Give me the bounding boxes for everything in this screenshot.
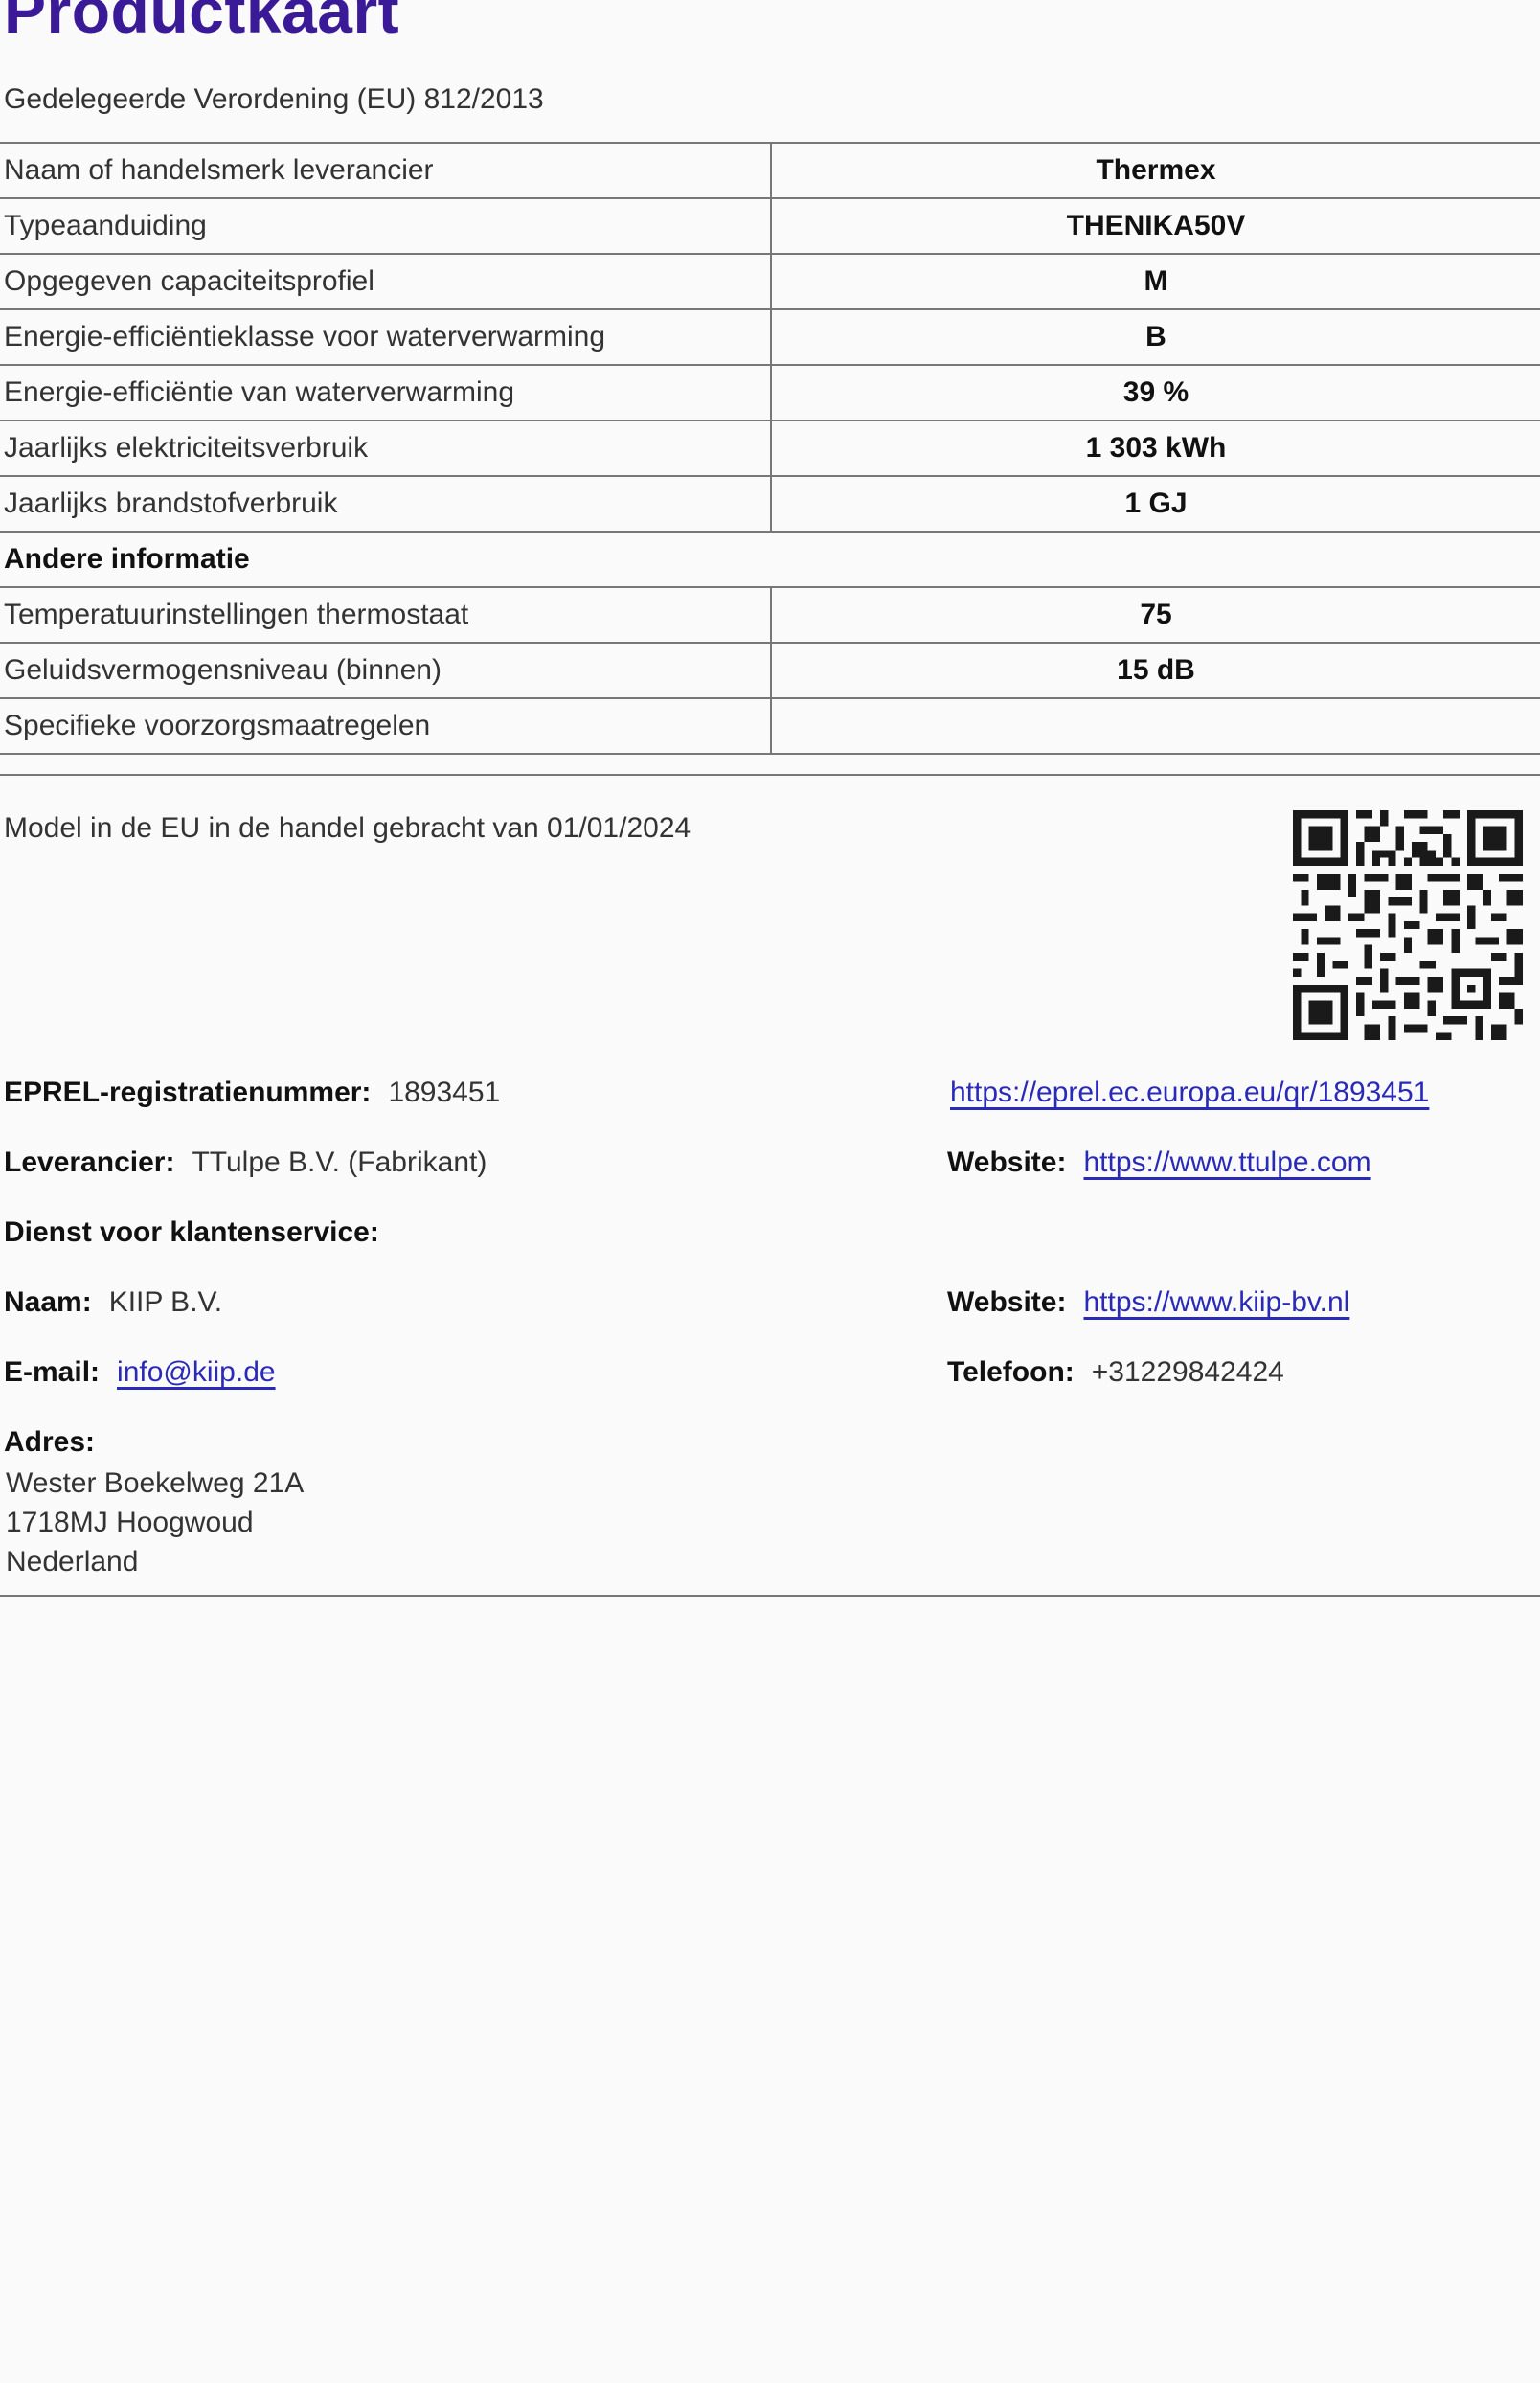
cs-website-link[interactable]: https://www.kiip-bv.nl [1083, 1286, 1349, 1318]
table-row: Opgegeven capaciteitsprofiel M [0, 253, 1540, 310]
cs-address-block: Wester Boekelweg 21A 1718MJ Hoogwoud Ned… [6, 1464, 304, 1581]
spec-value: THENIKA50V [771, 197, 1540, 255]
cs-name-label: Naam: [4, 1286, 92, 1318]
section-heading-row: Andere informatie [0, 531, 1540, 588]
cs-address-heading: Adres: [4, 1423, 112, 1462]
spec-label: Geluidsvermogensniveau (binnen) [0, 642, 772, 699]
cs-phone-line: Telefoon: +31229842424 [947, 1353, 1284, 1392]
spec-value: 1 GJ [771, 475, 1540, 533]
spec-value: 75 [771, 586, 1540, 644]
table-row: Naam of handelsmerk leverancier Thermex [0, 142, 1540, 199]
regulation-subtitle: Gedelegeerde Verordening (EU) 812/2013 [4, 83, 544, 115]
spec-label: Naam of handelsmerk leverancier [0, 142, 772, 199]
eprel-link-wrap: https://eprel.ec.europa.eu/qr/1893451 [950, 1074, 1429, 1112]
spec-label: Jaarlijks elektriciteitsverbruik [0, 420, 772, 477]
spec-value: 1 303 kWh [771, 420, 1540, 477]
table-row: Energie-efficiëntie van waterverwarming … [0, 364, 1540, 421]
eprel-registration: EPREL-registratienummer: 1893451 [4, 1074, 500, 1112]
table-row: Typeaanduiding THENIKA50V [0, 197, 1540, 255]
eprel-number: 1893451 [388, 1077, 501, 1108]
spec-label: Energie-efficiëntieklasse voor waterverw… [0, 308, 772, 366]
address-line: Wester Boekelweg 21A [6, 1467, 305, 1499]
cs-name-value: KIIP B.V. [108, 1286, 223, 1318]
table-row: Energie-efficiëntieklasse voor waterverw… [0, 308, 1540, 366]
table-row: Geluidsvermogensniveau (binnen) 15 dB [0, 642, 1540, 699]
cs-website-line: Website: https://www.kiip-bv.nl [947, 1283, 1349, 1322]
customer-service-label: Dienst voor klantenservice: [4, 1216, 379, 1248]
table-row: Temperatuurinstellingen thermostaat 75 [0, 586, 1540, 644]
spec-label: Temperatuurinstellingen thermostaat [0, 586, 772, 644]
spec-value [771, 697, 1540, 755]
eprel-label: EPREL-registratienummer: [4, 1077, 372, 1108]
cs-phone-label: Telefoon: [947, 1356, 1075, 1388]
spec-value: M [771, 253, 1540, 310]
spec-label: Energie-efficiëntie van waterverwarming [0, 364, 772, 421]
eprel-link[interactable]: https://eprel.ec.europa.eu/qr/1893451 [950, 1077, 1429, 1108]
section-divider [0, 774, 1540, 776]
spec-value: 39 % [771, 364, 1540, 421]
product-spec-table: Naam of handelsmerk leverancier Thermex … [0, 142, 1540, 755]
table-row: Specifieke voorzorgsmaatregelen [0, 697, 1540, 755]
cs-email-line: E-mail: info@kiip.de [4, 1353, 276, 1392]
cs-phone-value: +31229842424 [1091, 1356, 1284, 1388]
market-date-text: Model in de EU in de handel gebracht van… [4, 812, 691, 844]
address-line: 1718MJ Hoogwoud [6, 1507, 254, 1538]
other-info-heading: Andere informatie [0, 531, 1540, 588]
customer-service-heading: Dienst voor klantenservice: [4, 1214, 396, 1252]
supplier-value: TTulpe B.V. (Fabrikant) [192, 1146, 487, 1178]
address-line: Nederland [6, 1546, 139, 1577]
page-title: Productkaart [4, 0, 400, 46]
bottom-divider [0, 1595, 1540, 1597]
spec-label: Opgegeven capaciteitsprofiel [0, 253, 772, 310]
spec-label: Jaarlijks brandstofverbruik [0, 475, 772, 533]
supplier-line: Leverancier: TTulpe B.V. (Fabrikant) [4, 1144, 487, 1182]
table-row: Jaarlijks elektriciteitsverbruik 1 303 k… [0, 420, 1540, 477]
website-label: Website: [947, 1286, 1067, 1318]
supplier-website-line: Website: https://www.ttulpe.com [947, 1144, 1371, 1182]
supplier-label: Leverancier: [4, 1146, 175, 1178]
supplier-website-link[interactable]: https://www.ttulpe.com [1083, 1146, 1370, 1178]
cs-address-label: Adres: [4, 1426, 96, 1458]
spec-label: Specifieke voorzorgsmaatregelen [0, 697, 772, 755]
cs-email-label: E-mail: [4, 1356, 101, 1388]
spec-value: B [771, 308, 1540, 366]
website-label: Website: [947, 1146, 1067, 1178]
cs-name-line: Naam: KIIP B.V. [4, 1283, 222, 1322]
qr-code-icon[interactable] [1293, 810, 1523, 1040]
table-row: Jaarlijks brandstofverbruik 1 GJ [0, 475, 1540, 533]
spec-label: Typeaanduiding [0, 197, 772, 255]
spec-value: 15 dB [771, 642, 1540, 699]
cs-email-link[interactable]: info@kiip.de [117, 1356, 276, 1388]
spec-value: Thermex [771, 142, 1540, 199]
